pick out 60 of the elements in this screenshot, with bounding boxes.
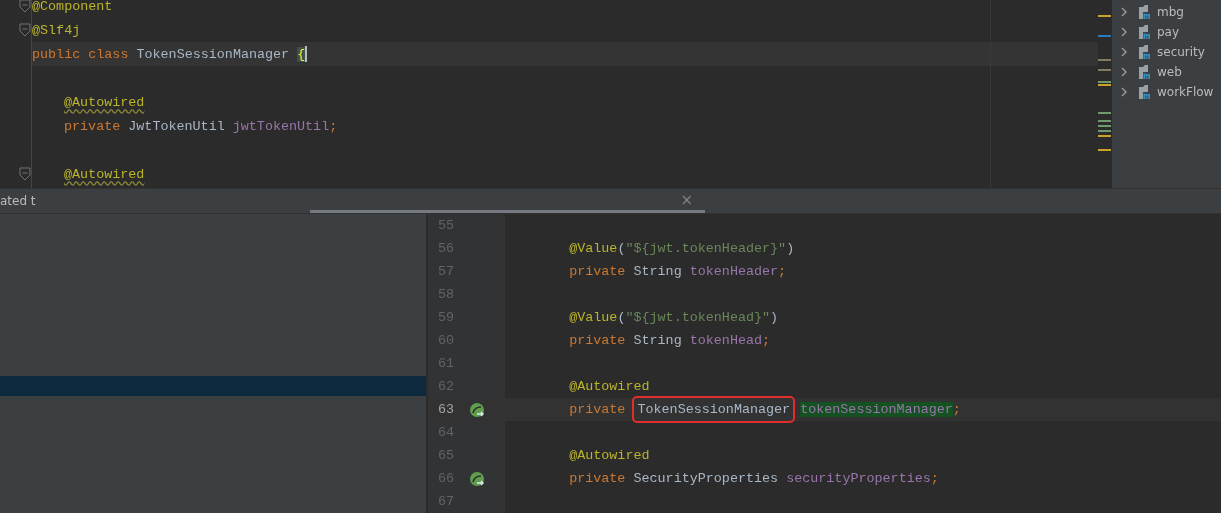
module-label[interactable]: web <box>1154 65 1182 79</box>
code-token: ) <box>770 310 779 325</box>
fold-icon[interactable] <box>19 23 31 37</box>
code-token: @Autowired <box>569 379 650 394</box>
bean-icon[interactable] <box>469 470 486 487</box>
code-token: ; <box>329 118 338 134</box>
module-label[interactable]: pay <box>1154 25 1180 39</box>
module-label[interactable]: mbg <box>1154 5 1184 19</box>
code-token: "${jwt.tokenHeader}" <box>625 241 787 256</box>
code-token: @Value <box>569 310 618 325</box>
code-token: tokenSessionManager <box>800 402 953 417</box>
module-label[interactable]: workFlow <box>1154 85 1214 99</box>
code-token: tokenHead <box>689 333 763 348</box>
code-token: @Component <box>32 0 113 14</box>
code-token: TokenSessionManager <box>635 399 793 420</box>
notification-text: ated t <box>0 194 37 208</box>
module-label[interactable]: security <box>1154 45 1205 59</box>
module-icon <box>1138 44 1152 60</box>
code-token: ; <box>930 471 939 486</box>
fold-icon[interactable] <box>19 0 31 13</box>
module-icon <box>1138 4 1152 20</box>
code-token: SecurityProperties <box>633 471 780 486</box>
text-cursor <box>305 46 308 62</box>
code-token: ) <box>786 241 795 256</box>
code-token: ; <box>952 402 961 417</box>
code-token: private <box>64 118 122 134</box>
bean-icon[interactable] <box>469 401 486 418</box>
code-token: JwtTokenUtil <box>128 118 226 134</box>
code-token: @Autowired <box>569 448 650 463</box>
code-token: @Autowired <box>64 166 145 182</box>
code-token: String <box>633 333 683 348</box>
code-token: public class <box>32 46 130 62</box>
code-token: @Slf4j <box>32 22 81 38</box>
code-token: String <box>633 264 683 279</box>
line-number: 63 <box>438 402 455 417</box>
code-token: private <box>569 402 627 417</box>
module-icon <box>1138 64 1152 80</box>
code-token: "${jwt.tokenHead}" <box>625 310 771 325</box>
code-token: @Autowired <box>64 94 145 110</box>
code-token: private <box>569 333 627 348</box>
code-token: ; <box>778 264 787 279</box>
chevron-right-icon[interactable] <box>1120 7 1128 17</box>
code-token: private <box>569 471 627 486</box>
code-token: @Value <box>569 241 618 256</box>
code-token: securityProperties <box>786 471 931 486</box>
code-token: jwtTokenUtil <box>232 118 330 134</box>
code-token: ( <box>617 241 626 256</box>
fold-icon[interactable] <box>19 167 31 181</box>
code-token: { <box>297 46 306 62</box>
chevron-right-icon[interactable] <box>1120 87 1128 97</box>
chevron-right-icon[interactable] <box>1120 27 1128 37</box>
module-icon <box>1138 24 1152 40</box>
module-icon <box>1138 84 1152 100</box>
chevron-right-icon[interactable] <box>1120 67 1128 77</box>
code-token: ( <box>617 310 626 325</box>
code-token: TokenSessionManager <box>136 46 291 62</box>
code-token: tokenHeader <box>689 264 779 279</box>
chevron-right-icon[interactable] <box>1120 47 1128 57</box>
code-token: ; <box>762 333 771 348</box>
code-token: private <box>569 264 627 279</box>
